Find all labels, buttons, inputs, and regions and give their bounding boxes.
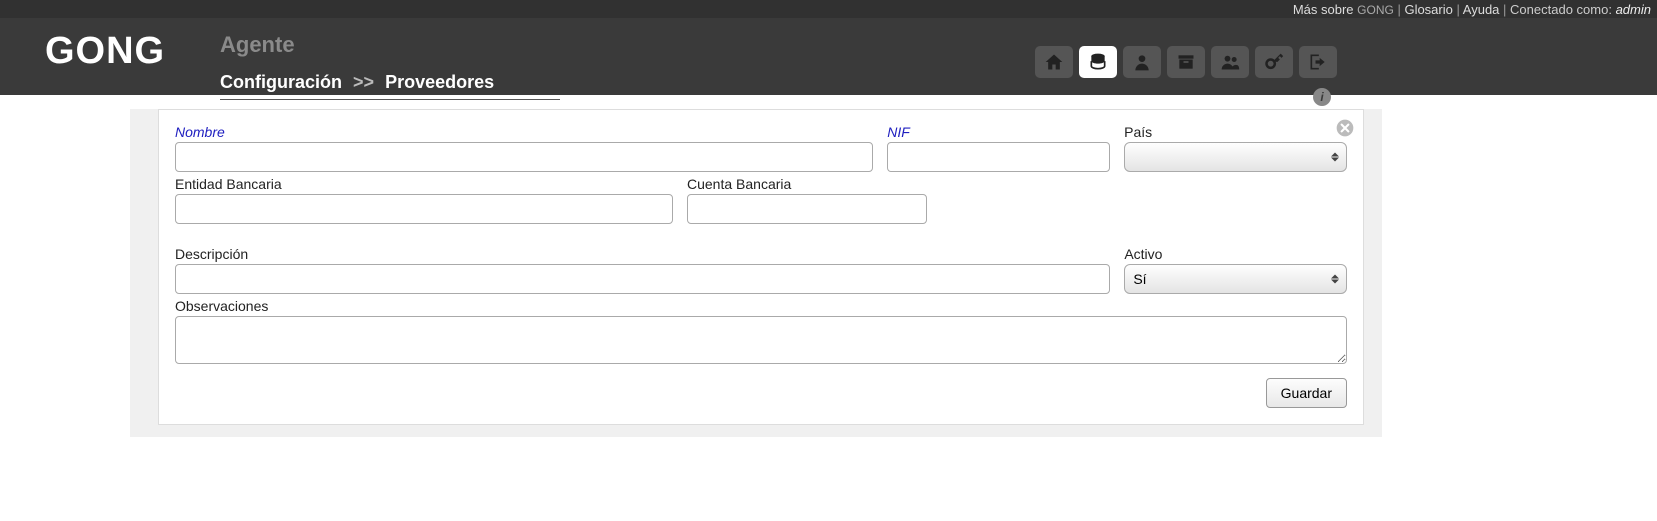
brand-mini: GONG <box>1357 3 1394 17</box>
exit-icon-button[interactable] <box>1299 46 1337 78</box>
cuenta-bancaria-input[interactable] <box>687 194 927 224</box>
nif-input[interactable] <box>887 142 1110 172</box>
help-link[interactable]: Ayuda <box>1463 2 1500 17</box>
activo-select[interactable]: Sí <box>1124 264 1347 294</box>
entidad-bancaria-input[interactable] <box>175 194 673 224</box>
database-icon <box>1088 52 1108 72</box>
info-icon: i <box>1313 88 1331 106</box>
nif-label: NIF <box>887 124 1110 140</box>
descripcion-input[interactable] <box>175 264 1110 294</box>
nombre-label: Nombre <box>175 124 873 140</box>
current-user: admin <box>1616 2 1651 17</box>
save-button[interactable]: Guardar <box>1266 378 1347 408</box>
observaciones-textarea[interactable] <box>175 316 1347 364</box>
database-icon-button[interactable] <box>1079 46 1117 78</box>
pais-label: País <box>1124 124 1347 140</box>
key-icon-button[interactable] <box>1255 46 1293 78</box>
key-icon <box>1264 52 1284 72</box>
pais-select[interactable] <box>1124 142 1347 172</box>
observaciones-label: Observaciones <box>175 298 1347 314</box>
descripcion-label: Descripción <box>175 246 1110 262</box>
info-icon-button[interactable]: i <box>1313 88 1331 106</box>
close-button[interactable] <box>1335 118 1355 138</box>
breadcrumb-part-2[interactable]: Proveedores <box>385 72 494 92</box>
top-utility-bar: Más sobre GONG | Glosario | Ayuda | Cone… <box>0 0 1657 18</box>
archive-icon-button[interactable] <box>1167 46 1205 78</box>
user-icon <box>1132 52 1152 72</box>
nombre-input[interactable] <box>175 142 873 172</box>
users-icon-button[interactable] <box>1211 46 1249 78</box>
glossary-link[interactable]: Glosario <box>1404 2 1452 17</box>
content-area: Nombre NIF País Entidad Bancaria <box>130 109 1382 437</box>
exit-icon <box>1308 52 1328 72</box>
breadcrumb: Configuración >> Proveedores <box>220 72 560 100</box>
home-icon-button[interactable] <box>1035 46 1073 78</box>
activo-label: Activo <box>1124 246 1347 262</box>
main-header: GONG Agente Configuración >> Proveedores <box>0 18 1657 95</box>
cuenta-bancaria-label: Cuenta Bancaria <box>687 176 927 192</box>
breadcrumb-part-1[interactable]: Configuración <box>220 72 342 92</box>
archive-icon <box>1176 52 1196 72</box>
home-icon <box>1044 52 1064 72</box>
more-about-link[interactable]: Más sobre GONG <box>1293 2 1394 17</box>
entidad-bancaria-label: Entidad Bancaria <box>175 176 673 192</box>
form-panel: Nombre NIF País Entidad Bancaria <box>158 109 1364 425</box>
connected-as-label: Conectado como: <box>1510 2 1612 17</box>
close-icon <box>1335 118 1355 138</box>
logo: GONG <box>0 18 220 95</box>
toolbar-icons <box>1035 46 1337 78</box>
section-title: Agente <box>220 32 1657 58</box>
users-icon <box>1220 52 1240 72</box>
breadcrumb-separator: >> <box>353 72 374 92</box>
user-icon-button[interactable] <box>1123 46 1161 78</box>
